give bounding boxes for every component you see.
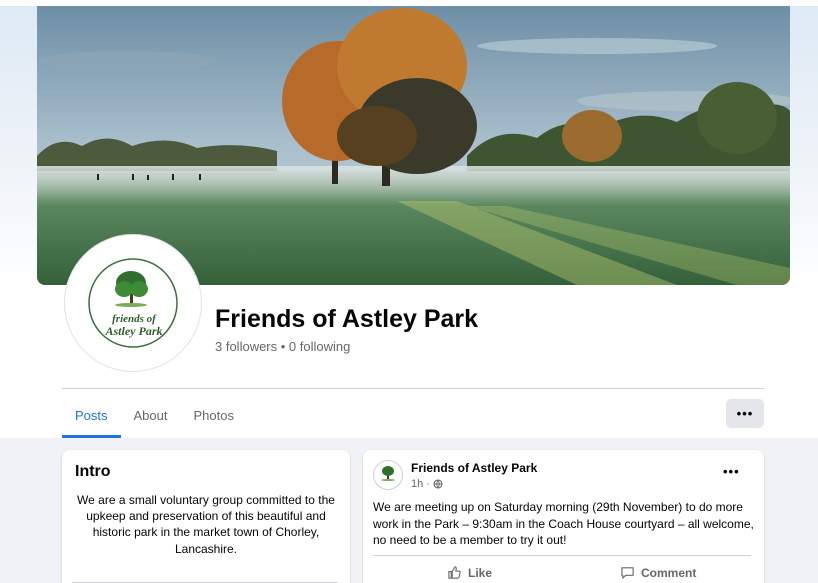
comment-button[interactable]: Comment <box>620 565 696 580</box>
followers-following-text[interactable]: 3 followers • 0 following <box>215 339 350 354</box>
page-tabs: Posts About Photos <box>62 392 247 438</box>
globe-icon <box>433 479 443 489</box>
intro-title: Intro <box>75 463 111 480</box>
page-stats[interactable]: 3 followers • 0 following <box>215 339 350 354</box>
post-avatar-logo-icon <box>381 466 395 481</box>
page-title: Friends of Astley Park <box>215 305 479 333</box>
post-timestamp[interactable]: 1h <box>411 478 423 490</box>
thumbs-up-icon <box>448 566 461 579</box>
comment-bubble-icon <box>621 567 634 579</box>
tab-posts[interactable]: Posts <box>62 392 121 438</box>
logo-text-line2: Astley Park <box>105 324 163 338</box>
intro-text: We are a small voluntary group committed… <box>77 493 335 556</box>
post-card: Friends of Astley Park 1h · ••• We are m… <box>363 450 764 583</box>
post-meta: 1h · <box>411 478 443 490</box>
more-horizontal-icon: ••• <box>736 406 754 421</box>
post-author-name[interactable]: Friends of Astley Park <box>411 461 537 475</box>
page-avatar[interactable]: friends of Astley Park <box>64 234 202 372</box>
like-label: Like <box>468 565 493 580</box>
post-body-text: We are meeting up on Saturday morning (2… <box>373 500 754 547</box>
tab-photos[interactable]: Photos <box>181 392 247 438</box>
like-button[interactable]: Like <box>447 565 492 580</box>
post-divider <box>373 555 751 556</box>
intro-card: Intro We are a small voluntary group com… <box>62 450 350 583</box>
more-options-button[interactable]: ••• <box>726 399 764 428</box>
header-divider <box>62 388 764 389</box>
post-author-avatar[interactable] <box>373 460 403 490</box>
post-more-icon[interactable]: ••• <box>723 464 740 479</box>
comment-label: Comment <box>641 565 697 580</box>
tab-about[interactable]: About <box>121 392 181 438</box>
